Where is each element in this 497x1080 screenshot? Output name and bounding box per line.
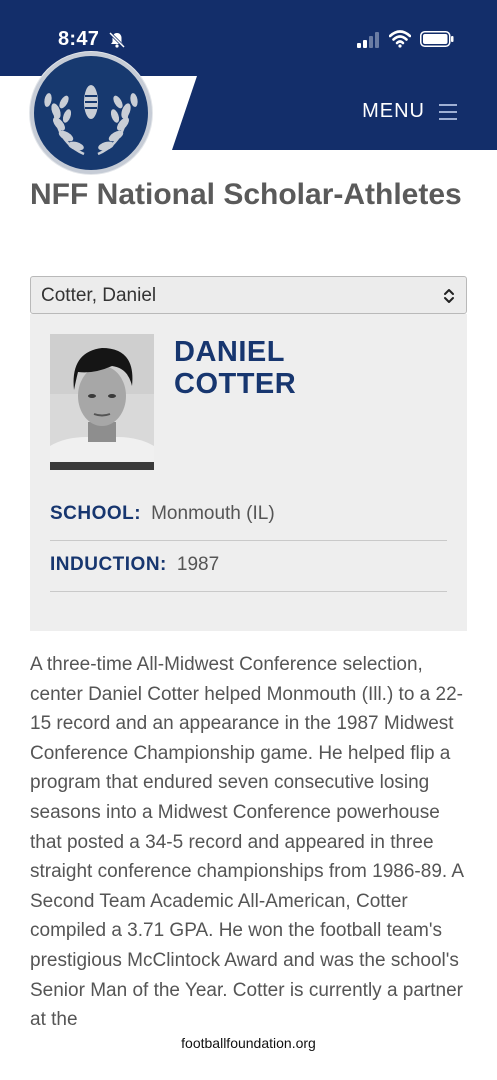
battery-icon (420, 31, 454, 47)
browser-url-bar[interactable]: footballfoundation.org (152, 1027, 345, 1059)
induction-label: INDUCTION: (50, 554, 167, 575)
menu-button[interactable]: MENU (362, 100, 457, 123)
player-name: DANIEL COTTER (174, 336, 296, 400)
divider (50, 540, 447, 541)
profile-card: DANIEL COTTER SCHOOL: Monmouth (IL) INDUC… (30, 314, 467, 631)
induction-value: 1987 (176, 554, 220, 575)
school-label: SCHOOL: (50, 503, 142, 524)
laurel-football-icon (44, 85, 138, 156)
induction-row: INDUCTION: 1987 (50, 554, 447, 576)
player-first-name: DANIEL (174, 336, 285, 368)
divider (50, 591, 447, 592)
hamburger-icon (439, 103, 457, 120)
wifi-icon (389, 30, 411, 48)
player-last-name: COTTER (174, 368, 297, 400)
chevron-up-down-icon (444, 289, 454, 303)
school-value: Monmouth (IL) (151, 503, 275, 524)
status-time: 8:47 (58, 28, 100, 50)
menu-label: MENU (362, 100, 425, 122)
page-title: NFF National Scholar-Athletes (30, 178, 462, 211)
scholar-select-value: Cotter, Daniel (41, 285, 157, 306)
signal-icon (357, 32, 379, 48)
nff-logo[interactable] (30, 52, 152, 174)
bio-text: A three-time All-Midwest Conference sele… (30, 654, 464, 1031)
scholar-select[interactable]: Cotter, Daniel (30, 276, 467, 314)
player-photo (50, 334, 154, 470)
bell-slash-icon (108, 31, 126, 49)
school-row: SCHOOL: Monmouth (IL) (50, 503, 447, 525)
